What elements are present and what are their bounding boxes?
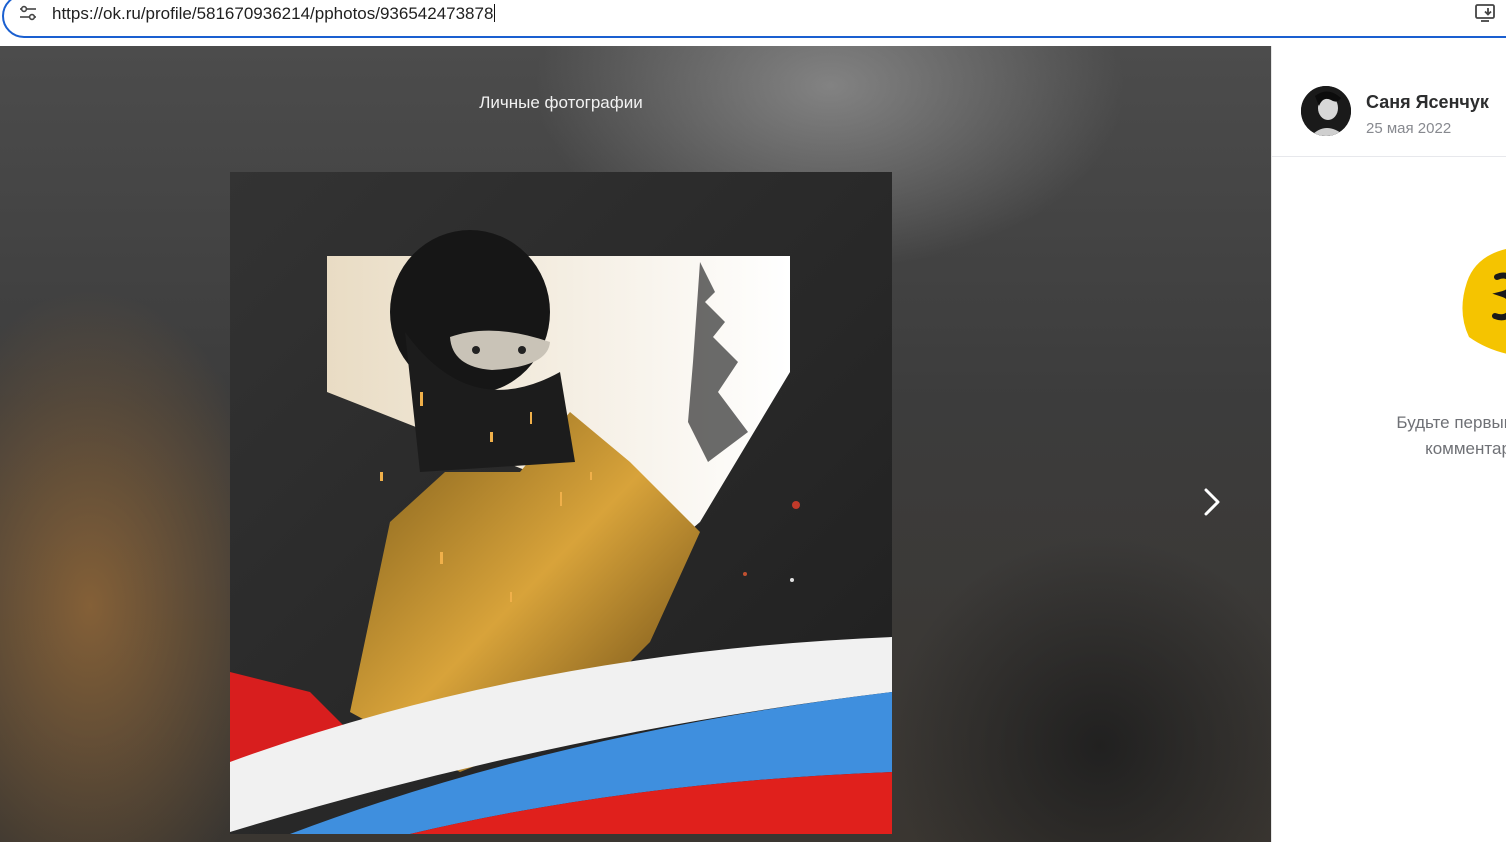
tune-icon[interactable] (18, 4, 38, 22)
browser-toolbar: https://ok.ru/profile/581670936214/pphot… (0, 0, 1506, 46)
photo-viewer: Личные фотографии (0, 46, 1271, 842)
empty-comments-line: Будьте первым, кто оставит (1396, 413, 1506, 432)
empty-comments-text: Будьте первым, кто оставит комментарий к… (1376, 410, 1506, 462)
empty-comments-line: комментарий к фото (1425, 439, 1506, 458)
avatar[interactable] (1301, 86, 1351, 136)
address-bar[interactable]: https://ok.ru/profile/581670936214/pphot… (2, 0, 1506, 38)
url-text[interactable]: https://ok.ru/profile/581670936214/pphot… (52, 4, 496, 24)
photo-date: 25 мая 2022 (1366, 120, 1452, 137)
ok-mascot-icon (1462, 249, 1506, 354)
author-name[interactable]: Саня Ясенчук (1366, 92, 1489, 113)
photo[interactable] (230, 172, 892, 834)
install-app-icon[interactable] (1474, 2, 1498, 24)
photo-info-panel: Саня Ясенчук 25 мая 2022 Будьте первым, … (1271, 46, 1506, 842)
album-title[interactable]: Личные фотографии (0, 93, 1122, 113)
chevron-right-icon[interactable] (1194, 482, 1230, 522)
divider (1272, 156, 1506, 157)
